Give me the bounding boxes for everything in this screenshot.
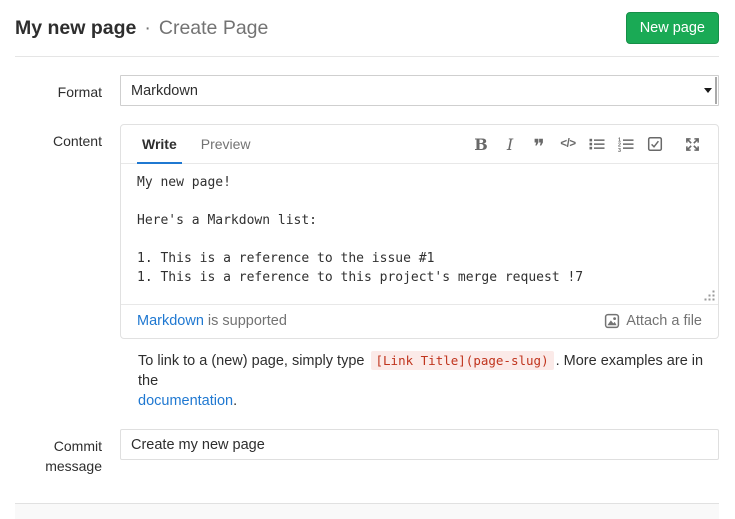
hint-period: . [233,393,237,409]
content-row: Content Write Preview B I ❞ </> [15,124,719,339]
markdown-help-link[interactable]: Markdown [137,313,204,329]
markdown-supported-text: is supported [208,313,287,329]
toolbar-buttons: B I ❞ </> 1 2 3 [462,132,702,156]
content-textarea[interactable]: My new page! Here's a Markdown list: 1. … [121,164,718,304]
svg-text:3: 3 [618,148,621,152]
commit-message-label: Commit message [15,429,120,476]
hint-prefix: To link to a (new) page, simply type [138,353,364,369]
form-actions-footer: Create page Cancel [15,503,719,519]
documentation-link[interactable]: documentation [138,393,233,409]
breadcrumb: My new page · Create Page [15,17,268,40]
bullet-list-icon[interactable] [587,132,607,156]
editor-toolbar: Write Preview B I ❞ </> 1 [121,125,718,164]
link-syntax-code: [Link Title](page-slug) [371,351,554,370]
format-select-wrapper: Markdown [120,75,719,106]
commit-message-row: Commit message [15,429,719,476]
attach-file-label: Attach a file [626,313,702,329]
page-title: My new page [15,17,136,40]
task-list-icon[interactable] [645,132,665,156]
attach-file-button[interactable]: Attach a file [604,313,702,329]
content-label: Content [15,124,120,339]
editor-footer: Markdown is supported Attach a file [121,305,718,338]
numbered-list-icon[interactable]: 1 2 3 [616,132,636,156]
editor-write-area: My new page! Here's a Markdown list: 1. … [121,164,718,305]
italic-icon[interactable]: I [500,132,520,156]
quote-icon[interactable]: ❞ [529,132,549,156]
commit-message-input[interactable] [120,429,719,460]
format-select[interactable]: Markdown [120,75,719,106]
tab-preview[interactable]: Preview [196,125,256,164]
wiki-hint-text: To link to a (new) page, simply type [Li… [138,351,719,411]
code-icon[interactable]: </> [558,132,578,156]
format-row: Format Markdown [15,75,719,106]
page-subtitle: Create Page [159,17,269,40]
image-attachment-icon [604,313,620,329]
title-separator: · [144,17,151,40]
new-page-button[interactable]: New page [626,12,719,45]
markdown-editor: Write Preview B I ❞ </> 1 [120,124,719,339]
page-header: My new page · Create Page New page [15,0,719,57]
format-label: Format [15,75,120,106]
resize-grip-icon[interactable] [704,290,715,301]
fullscreen-icon[interactable] [682,132,702,156]
tab-write[interactable]: Write [137,125,182,164]
bold-icon[interactable]: B [471,132,491,156]
